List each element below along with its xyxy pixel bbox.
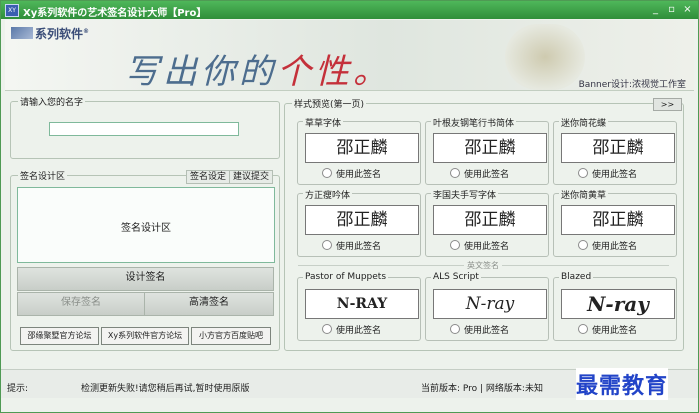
- use-label: 使用此签名: [592, 326, 638, 336]
- font-card-title: Blazed: [559, 272, 594, 282]
- signature-sample: N-ray: [433, 289, 547, 319]
- suggest-button[interactable]: 建议提交: [229, 170, 273, 184]
- use-label: 使用此签名: [592, 242, 638, 252]
- english-separator-label: 英文签名: [464, 260, 502, 271]
- save-signature-button[interactable]: 保存签名: [17, 292, 145, 316]
- font-card: 草草字体 邵正麟 使用此签名: [297, 116, 421, 185]
- name-group-label: 请输入您的名字: [18, 95, 86, 108]
- hd-signature-button[interactable]: 高清签名: [144, 292, 274, 316]
- window-title: Xy系列软件の艺术签名设计大师【Pro】: [23, 8, 207, 19]
- slogan-part-1: 写出你的: [125, 52, 277, 91]
- radio-icon: [450, 168, 460, 178]
- font-card: 叶根友钢笔行书简体 邵正麟 使用此签名: [425, 116, 549, 185]
- use-signature-radio[interactable]: 使用此签名: [322, 239, 381, 252]
- use-label: 使用此签名: [336, 170, 382, 180]
- font-card-title: ALS Script: [431, 272, 481, 282]
- close-button[interactable]: ×: [682, 4, 693, 15]
- font-card-title: 草草字体: [303, 116, 344, 129]
- use-signature-radio[interactable]: 使用此签名: [450, 239, 509, 252]
- forum-link-2[interactable]: Xy系列软件官方论坛: [101, 327, 189, 345]
- next-page-button[interactable]: >>: [653, 98, 682, 111]
- use-label: 使用此签名: [464, 242, 510, 252]
- font-card: 迷你简黄草 邵正麟 使用此签名: [553, 188, 677, 257]
- app-window: XY Xy系列软件の艺术签名设计大师【Pro】 _ ▫ × 系列软件® 写出你的…: [0, 0, 699, 413]
- brand-logo: 系列软件®: [11, 25, 89, 42]
- use-signature-radio[interactable]: 使用此签名: [450, 323, 509, 336]
- slogan: 写出你的个性。: [125, 44, 391, 91]
- font-card-title: 迷你简黄草: [559, 188, 609, 201]
- radio-icon: [450, 240, 460, 250]
- radio-icon: [322, 240, 332, 250]
- font-card-title: 叶根友钢笔行书简体: [431, 116, 517, 129]
- font-card: ALS Script N-ray 使用此签名: [425, 272, 549, 341]
- signature-sample: 邵正麟: [561, 205, 675, 235]
- signature-sample: N-ray: [561, 289, 675, 319]
- signature-design-area: 签名设计区: [17, 187, 275, 263]
- status-prompt-label: 提示:: [7, 384, 29, 394]
- radio-icon: [578, 168, 588, 178]
- font-card: 方正瘦吟体 邵正麟 使用此签名: [297, 188, 421, 257]
- signature-sample: N-RAY: [305, 289, 419, 319]
- watermark: 最需教育: [576, 368, 669, 400]
- status-message: 检测更新失败!请您稍后再试,暂时使用原版: [81, 384, 250, 394]
- radio-icon: [322, 168, 332, 178]
- use-signature-radio[interactable]: 使用此签名: [578, 323, 637, 336]
- use-signature-radio[interactable]: 使用此签名: [322, 167, 381, 180]
- logo-mark-icon: [11, 27, 33, 39]
- title-bar[interactable]: XY Xy系列软件の艺术签名设计大师【Pro】 _ ▫ ×: [1, 1, 698, 19]
- radio-icon: [578, 240, 588, 250]
- name-input[interactable]: [49, 122, 239, 136]
- registered-mark: ®: [83, 28, 90, 35]
- signature-sample: 邵正麟: [561, 133, 675, 163]
- use-signature-radio[interactable]: 使用此签名: [578, 239, 637, 252]
- use-label: 使用此签名: [464, 170, 510, 180]
- design-signature-button[interactable]: 设计签名: [17, 267, 274, 291]
- use-signature-radio[interactable]: 使用此签名: [322, 323, 381, 336]
- font-card-title: 迷你简花蝶: [559, 116, 609, 129]
- use-label: 使用此签名: [592, 170, 638, 180]
- banner-credit: Banner设计:浓视觉工作室: [578, 80, 686, 90]
- version-info: 当前版本: Pro | 网络版本:未知: [421, 384, 543, 394]
- preview-group-label: 样式预览(第一页): [292, 97, 367, 110]
- use-label: 使用此签名: [336, 242, 382, 252]
- slogan-part-2: 个性。: [277, 52, 391, 91]
- forum-link-3[interactable]: 小方官方百度贴吧: [191, 327, 271, 345]
- use-signature-radio[interactable]: 使用此签名: [450, 167, 509, 180]
- signature-sample: 邵正麟: [305, 205, 419, 235]
- font-card: Pastor of Muppets N-RAY 使用此签名: [297, 272, 421, 341]
- radio-icon: [450, 324, 460, 334]
- signature-sample: 邵正麟: [433, 133, 547, 163]
- use-signature-radio[interactable]: 使用此签名: [578, 167, 637, 180]
- font-card: 李国夫手写字体 邵正麟 使用此签名: [425, 188, 549, 257]
- name-group: 请输入您的名字: [10, 95, 280, 159]
- banner: 系列软件® 写出你的个性。 Banner设计:浓视觉工作室: [5, 20, 694, 91]
- minimize-button[interactable]: _: [650, 4, 661, 15]
- font-card-title: Pastor of Muppets: [303, 272, 389, 282]
- font-card: Blazed N-ray 使用此签名: [553, 272, 677, 341]
- forum-link-1[interactable]: 邵缘聚墅官方论坛: [20, 327, 99, 345]
- maximize-button[interactable]: ▫: [666, 4, 677, 15]
- use-label: 使用此签名: [336, 326, 382, 336]
- signature-sample: 邵正麟: [433, 205, 547, 235]
- use-label: 使用此签名: [464, 326, 510, 336]
- design-area-text: 签名设计区: [121, 223, 171, 234]
- font-card-title: 李国夫手写字体: [431, 188, 499, 201]
- radio-icon: [322, 324, 332, 334]
- radio-icon: [578, 324, 588, 334]
- app-icon: XY: [5, 4, 19, 17]
- logo-text: 系列软件: [35, 27, 84, 41]
- banner-decoration: [505, 24, 585, 90]
- font-card: 迷你简花蝶 邵正麟 使用此签名: [553, 116, 677, 185]
- font-card-title: 方正瘦吟体: [303, 188, 353, 201]
- design-group-label: 签名设计区: [18, 169, 68, 182]
- signature-sample: 邵正麟: [305, 133, 419, 163]
- signature-settings-button[interactable]: 签名设定: [186, 170, 230, 184]
